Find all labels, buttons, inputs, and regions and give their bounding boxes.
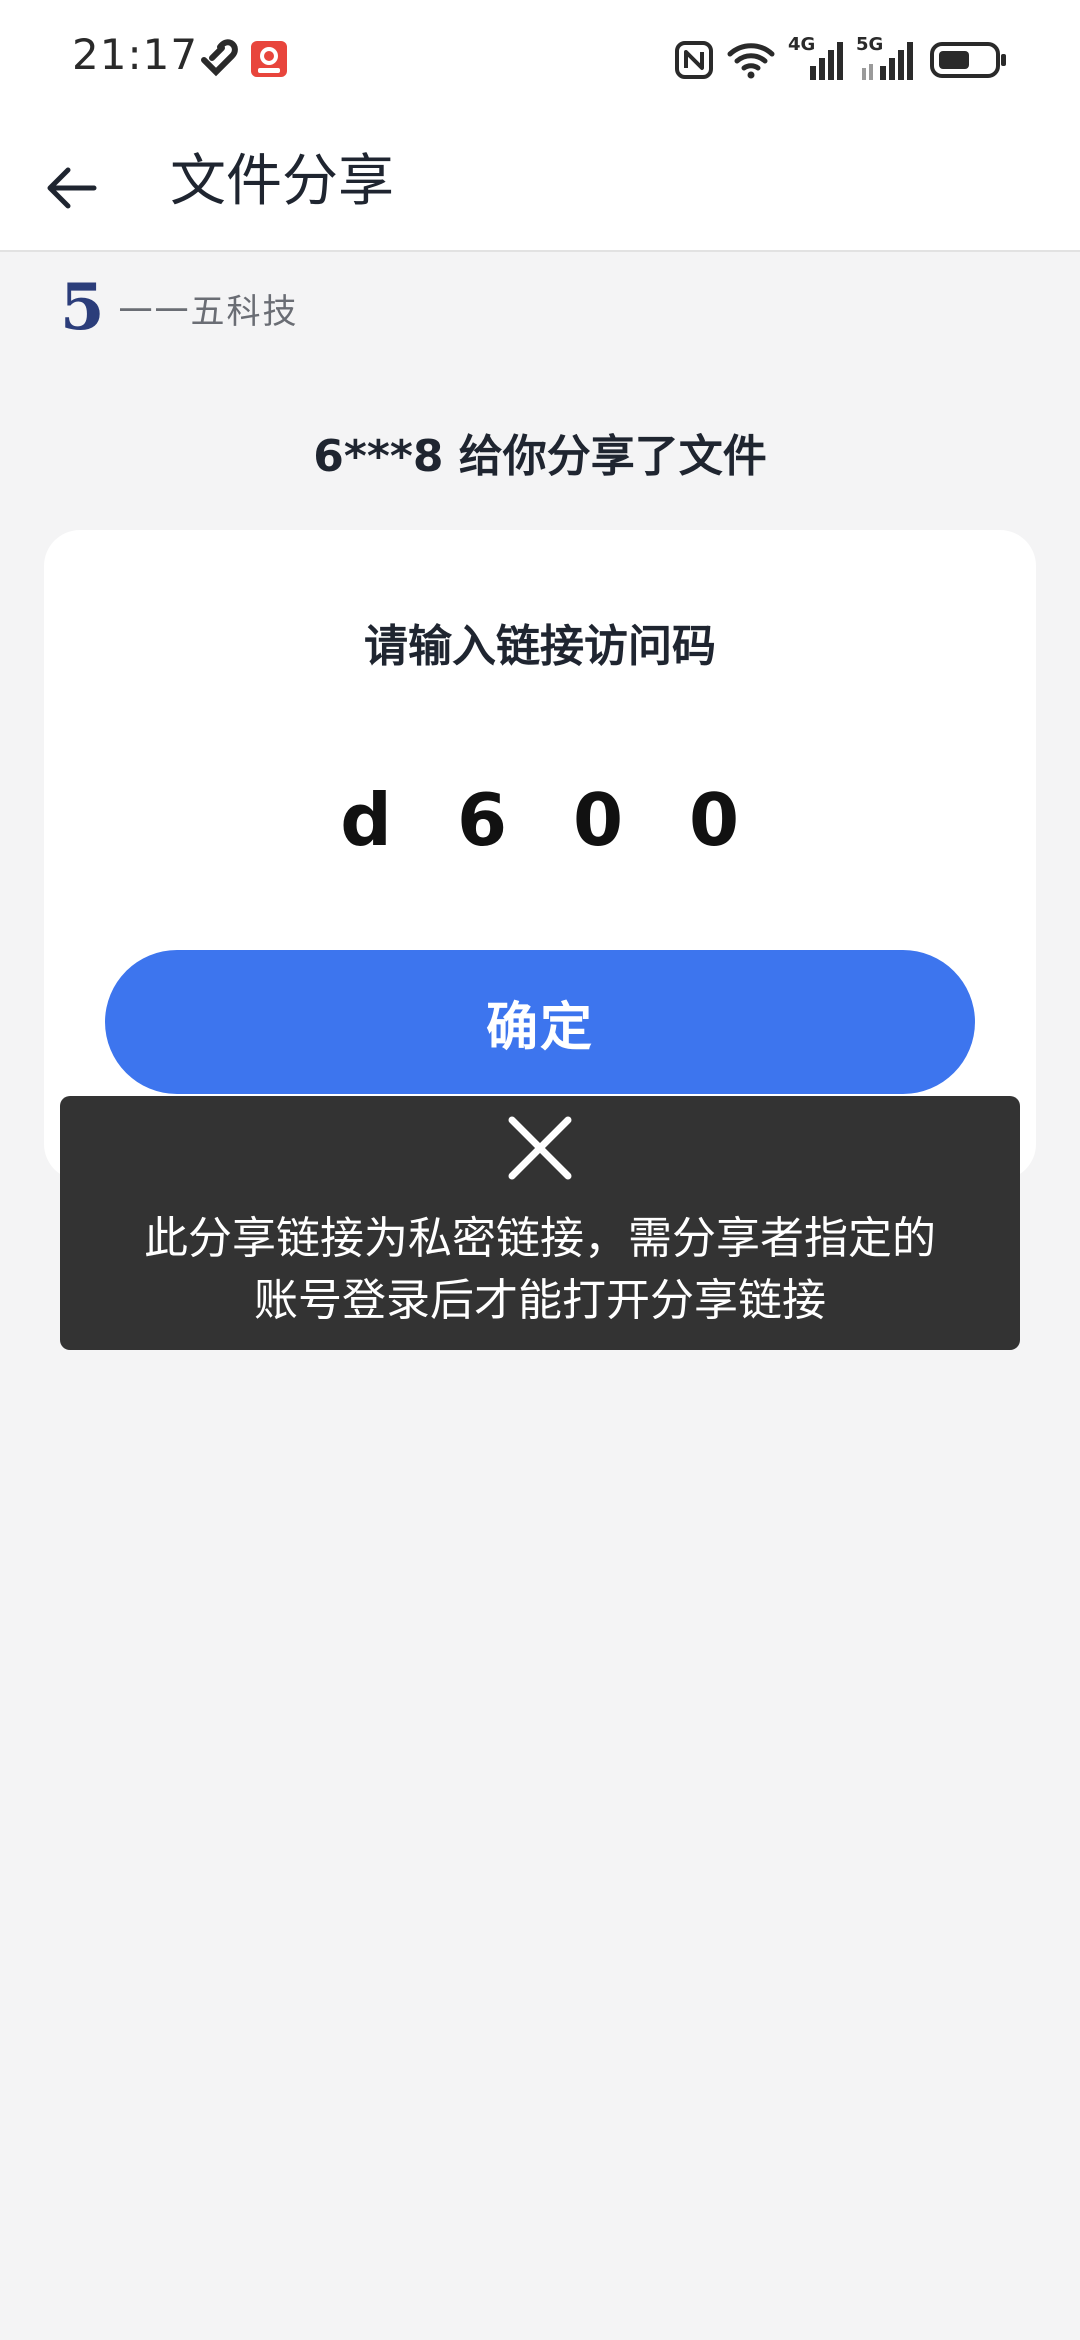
access-code-input[interactable]: d600 (44, 780, 1036, 860)
code-digit[interactable]: 0 (561, 780, 635, 860)
code-digit[interactable]: 0 (677, 780, 751, 860)
brand: 5 一一五科技 (60, 270, 299, 345)
close-icon (506, 1114, 574, 1182)
status-time: 21:17 (72, 30, 199, 79)
toast-message-line: 账号登录后才能打开分享链接 (254, 1275, 826, 1326)
status-bar: 21:17 4G 5G (0, 0, 1080, 120)
access-code-label: 请输入链接访问码 (364, 621, 716, 672)
battery-icon (930, 40, 1008, 80)
app-bar: 文件分享 (0, 120, 1080, 252)
wifi-icon (726, 40, 776, 80)
code-digit[interactable]: d (329, 780, 403, 860)
back-button[interactable] (30, 148, 114, 232)
signal-4g-icon: 4G (788, 34, 844, 82)
code-digit[interactable]: 6 (445, 780, 519, 860)
nfc-icon (674, 40, 714, 80)
error-toast: 此分享链接为私密链接，需分享者指定的 账号登录后才能打开分享链接 (60, 1096, 1020, 1350)
brand-name: 一一五科技 (118, 291, 299, 332)
share-title: 6***8 给你分享了文件 (313, 431, 767, 482)
access-code-card: 请输入链接访问码 d600 确定 (44, 530, 1036, 1180)
signal-5g-icon: 5G (856, 34, 918, 82)
app-badge-icon (250, 40, 288, 82)
confirm-button[interactable]: 确定 (105, 950, 975, 1094)
page-title: 文件分享 (170, 149, 394, 214)
toast-message-line: 此分享链接为私密链接，需分享者指定的 (144, 1213, 936, 1264)
heart-link-icon (198, 38, 238, 82)
brand-logo: 5 (60, 270, 105, 345)
toast-message: 此分享链接为私密链接，需分享者指定的 账号登录后才能打开分享链接 (90, 1208, 990, 1332)
status-icons: 4G 5G (674, 32, 1008, 88)
arrow-left-icon (42, 158, 102, 222)
